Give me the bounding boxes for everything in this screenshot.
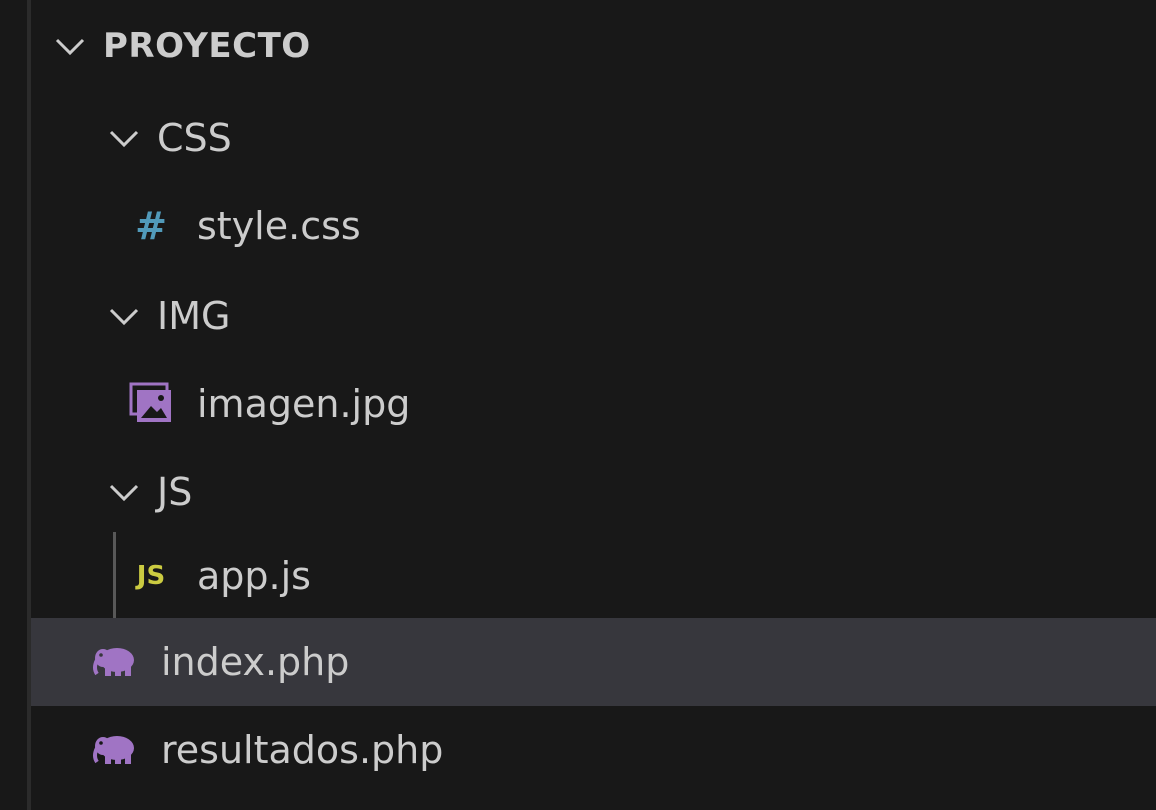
file-app-js[interactable]: JS app.js [31,532,1156,620]
folder-css[interactable]: CSS [31,94,1156,182]
folder-img[interactable]: IMG [31,272,1156,360]
file-label: index.php [161,640,350,684]
file-label: style.css [197,204,361,248]
file-index-php[interactable]: index.php [31,618,1156,706]
image-file-icon [127,380,175,428]
file-explorer: PROYECTO CSS # style.css IMG imagen.jpg … [0,0,1156,810]
css-hash-icon: # [135,204,167,248]
folder-label: JS [157,470,193,514]
file-label: resultados.php [161,728,444,772]
file-label: app.js [197,554,311,598]
explorer-root-proyecto[interactable]: PROYECTO [31,2,1156,90]
explorer-root-label: PROYECTO [103,26,311,66]
folder-label: CSS [157,116,232,160]
php-elephant-icon [91,726,139,774]
folder-js[interactable]: JS [31,448,1156,536]
chevron-down-icon [103,471,145,513]
folder-label: IMG [157,294,231,338]
file-resultados-php[interactable]: resultados.php [31,706,1156,794]
chevron-down-icon [49,25,91,67]
php-elephant-icon [91,638,139,686]
file-style-css[interactable]: # style.css [31,182,1156,270]
chevron-down-icon [103,117,145,159]
js-file-icon: JS [136,561,166,591]
file-imagen-jpg[interactable]: imagen.jpg [31,360,1156,448]
chevron-down-icon [103,295,145,337]
file-label: imagen.jpg [197,382,411,426]
